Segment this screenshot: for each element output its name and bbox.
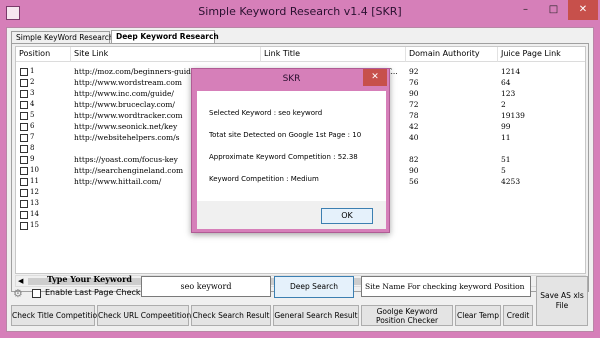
cell-position: 9: [30, 155, 35, 163]
minimize-button[interactable]: –: [512, 0, 539, 20]
cell-juice-page-link: 19139: [501, 111, 525, 120]
column-header-domain-authority[interactable]: Domain Authority: [406, 47, 498, 62]
row-checkbox[interactable]: [20, 123, 28, 131]
clear-temp-button[interactable]: Clear Temp: [455, 305, 501, 326]
row-checkbox[interactable]: [20, 90, 28, 98]
dialog-selected-keyword: Selected Keyword : seo keyword: [209, 109, 323, 117]
check-url-competition-button[interactable]: Check URL Compeetition: [97, 305, 191, 326]
column-header-juice-page-link[interactable]: Juice Page Link: [498, 47, 585, 62]
cell-position: 4: [30, 100, 35, 108]
cell-position: 1: [30, 67, 35, 75]
cell-position: 7: [30, 133, 35, 141]
cell-juice-page-link: [498, 220, 585, 231]
cell-juice-page-link: [498, 209, 585, 220]
row-checkbox[interactable]: [20, 79, 28, 87]
dialog-total-sites: Totat site Detected on Google 1st Page :…: [209, 131, 362, 139]
column-header-link-title[interactable]: Link Title: [261, 47, 406, 62]
dialog-body: Selected Keyword : seo keyword Totat sit…: [197, 91, 386, 201]
deep-search-button[interactable]: Deep Search: [274, 276, 354, 298]
cell-juice-page-link: 64: [501, 78, 511, 87]
cell-domain-authority: 90: [409, 89, 419, 98]
save-xls-button[interactable]: Save AS xls File: [536, 276, 588, 326]
cell-position: 13: [30, 199, 39, 207]
cell-domain-authority: [406, 187, 498, 198]
cell-domain-authority: [406, 220, 498, 231]
row-checkbox[interactable]: [20, 189, 28, 197]
last-page-checkbox-label: Enable Last Page Checking: [45, 288, 153, 297]
cell-domain-authority: 72: [409, 100, 419, 109]
cell-juice-page-link: 4253: [501, 177, 521, 186]
credit-button[interactable]: Credit: [503, 305, 533, 326]
cell-domain-authority: 92: [409, 67, 419, 76]
row-checkbox[interactable]: [20, 200, 28, 208]
row-checkbox[interactable]: [20, 68, 28, 76]
window-title: Simple Keyword Research v1.4 [SKR]: [198, 5, 402, 18]
row-checkbox[interactable]: [20, 222, 28, 230]
cell-domain-authority: [406, 209, 498, 220]
result-dialog: SKR ✕ Selected Keyword : seo keyword Tot…: [191, 68, 390, 233]
dialog-footer: OK: [197, 201, 386, 229]
settings-gear-icon: ⚙: [13, 287, 23, 300]
cell-domain-authority: 76: [409, 78, 419, 87]
cell-domain-authority: 56: [409, 177, 419, 186]
keyword-input[interactable]: seo keyword: [141, 276, 271, 297]
row-checkbox[interactable]: [20, 178, 28, 186]
cell-position: 15: [30, 221, 39, 229]
cell-position: 6: [30, 122, 35, 130]
column-header-position[interactable]: Position: [16, 47, 71, 62]
maximize-button[interactable]: □: [540, 0, 567, 20]
row-checkbox[interactable]: [20, 156, 28, 164]
row-checkbox[interactable]: [20, 167, 28, 175]
cell-position: 2: [30, 78, 35, 86]
dialog-competition-level: Keyword Competition : Medium: [209, 175, 319, 183]
cell-position: 8: [30, 144, 35, 152]
cell-position: 14: [30, 210, 39, 218]
type-keyword-label: Type Your Keyword: [47, 274, 132, 284]
cell-domain-authority: 90: [409, 166, 419, 175]
cell-position: 11: [30, 177, 39, 185]
cell-juice-page-link: [498, 187, 585, 198]
cell-position: 12: [30, 188, 39, 196]
dialog-close-button[interactable]: ✕: [363, 69, 387, 86]
row-checkbox[interactable]: [20, 134, 28, 142]
general-search-result-button[interactable]: General Search Result: [273, 305, 359, 326]
check-search-result-button[interactable]: Check Search Result: [191, 305, 271, 326]
cell-juice-page-link: [498, 198, 585, 209]
row-checkbox[interactable]: [20, 145, 28, 153]
cell-juice-page-link: 5: [501, 166, 506, 175]
cell-domain-authority: 40: [409, 133, 419, 142]
checkbox-box[interactable]: [32, 289, 41, 298]
cell-juice-page-link: 123: [501, 89, 516, 98]
cell-juice-page-link: 1214: [501, 67, 521, 76]
title-bar: Simple Keyword Research v1.4 [SKR] – □ ✕: [0, 0, 600, 26]
row-checkbox[interactable]: [20, 101, 28, 109]
scroll-left-icon[interactable]: ◀: [18, 276, 23, 287]
cell-juice-page-link: 2: [501, 100, 506, 109]
cell-domain-authority: 42: [409, 122, 419, 131]
cell-position: 10: [30, 166, 39, 174]
cell-position: 3: [30, 89, 35, 97]
cell-juice-page-link: [498, 143, 585, 154]
cell-juice-page-link: 51: [501, 155, 511, 164]
cell-domain-authority: 78: [409, 111, 419, 120]
cell-domain-authority: [406, 143, 498, 154]
site-name-input[interactable]: Site Name For checking keyword Position: [361, 276, 531, 297]
google-keyword-position-checker-button[interactable]: Goolge Keyword Position Checker: [361, 305, 453, 326]
cell-juice-page-link: 11: [501, 133, 511, 142]
cell-domain-authority: 82: [409, 155, 419, 164]
dialog-title: SKR: [282, 74, 301, 84]
dialog-approx-competition: Approximate Keyword Competition : 52.38: [209, 153, 358, 161]
column-header-site-link[interactable]: Site Link: [71, 47, 261, 62]
cell-domain-authority: [406, 198, 498, 209]
check-title-competition-button[interactable]: Check Title Competition: [11, 305, 102, 326]
row-checkbox[interactable]: [20, 112, 28, 120]
cell-juice-page-link: 99: [501, 122, 511, 131]
row-checkbox[interactable]: [20, 211, 28, 219]
cell-position: 5: [30, 111, 35, 119]
close-button[interactable]: ✕: [568, 0, 598, 20]
dialog-ok-button[interactable]: OK: [321, 208, 373, 224]
